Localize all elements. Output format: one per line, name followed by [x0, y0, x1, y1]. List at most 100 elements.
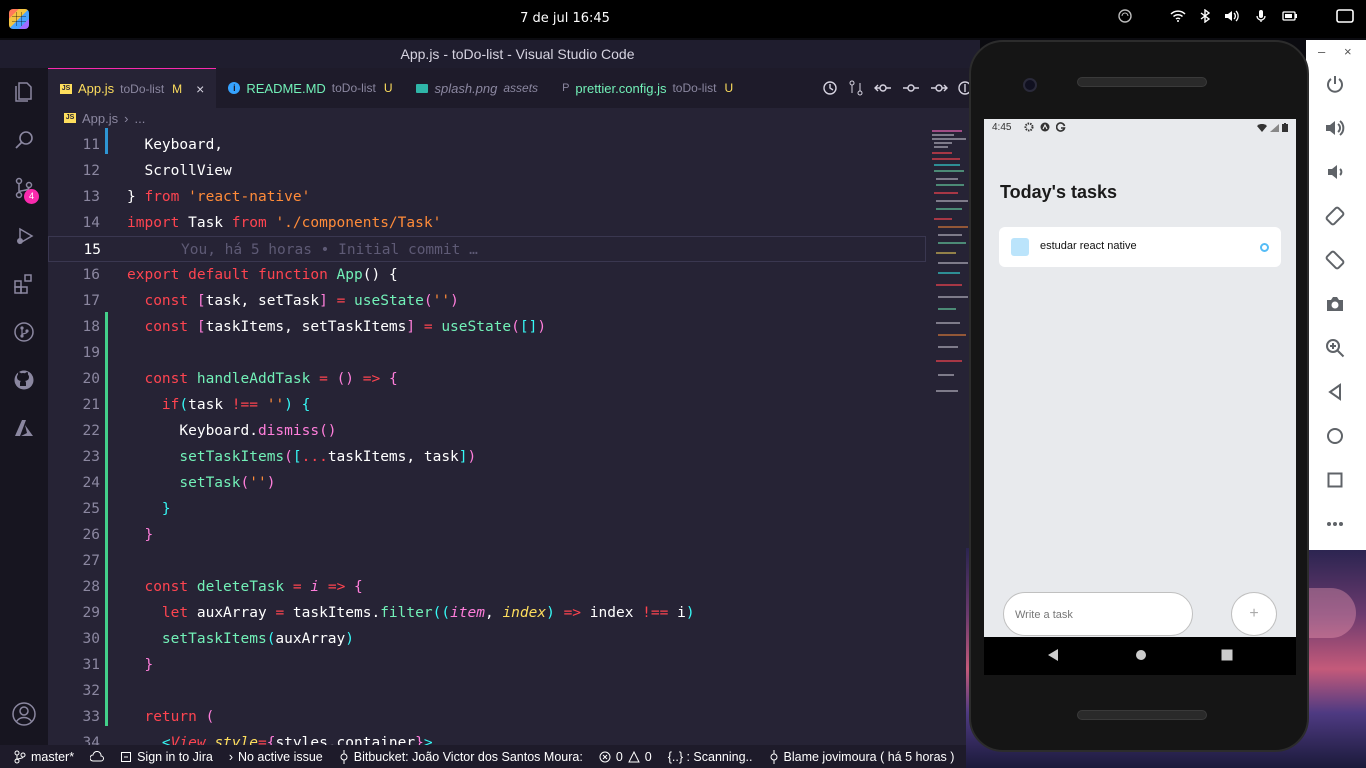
accounts-button[interactable] — [0, 690, 48, 738]
line-number: 26 — [82, 527, 100, 543]
line-number: 14 — [82, 215, 100, 231]
overview-icon — [1327, 472, 1343, 488]
scm-badge: 4 — [24, 189, 39, 204]
tab-prettier-config[interactable]: P prettier.config.js toDo-list U — [550, 68, 745, 108]
line-number: 15 — [83, 242, 101, 258]
azure-icon — [15, 420, 33, 436]
power-button[interactable] — [1323, 72, 1347, 96]
code-line-current: 15 You, há 5 horas • Initial commit … — [48, 236, 926, 262]
add-task-button[interactable]: + — [1231, 592, 1277, 636]
tab-app-js[interactable]: JS App.js toDo-list M × — [48, 68, 217, 108]
code-line: 13 } from 'react-native' — [48, 184, 926, 210]
line-number: 28 — [82, 579, 100, 595]
android-status-bar: 4:45 — [984, 119, 1296, 137]
code-line: 32 — [48, 678, 926, 704]
nav-recents-icon[interactable] — [1220, 648, 1234, 662]
task-item[interactable]: estudar react native — [999, 227, 1281, 267]
volume-up-button[interactable] — [1323, 116, 1347, 140]
home-button[interactable] — [1323, 424, 1347, 448]
overview-button[interactable] — [1323, 468, 1347, 492]
code-editor[interactable]: 11 Keyboard, 12 ScrollView 13 } from 're… — [48, 128, 926, 745]
top-speaker — [1077, 77, 1207, 87]
branch-name: master* — [31, 749, 75, 764]
system-tray[interactable] — [1118, 9, 1354, 23]
code-text: import Task from './components/Task' — [127, 215, 442, 231]
git-graph-button[interactable] — [0, 308, 48, 356]
window-title: App.js - toDo-list - Visual Studio Code — [0, 40, 980, 68]
minimap[interactable] — [926, 128, 970, 408]
line-number: 29 — [82, 605, 100, 621]
status-bar: master* Sign in to Jira › No active issu… — [0, 745, 980, 768]
compare-changes-icon[interactable] — [848, 80, 864, 96]
branch-status[interactable]: master* — [14, 750, 74, 764]
scanning-status[interactable]: {..} : Scanning.. — [668, 750, 753, 764]
code-line: 29 let auxArray = taskItems.filter((item… — [48, 600, 926, 626]
code-text: setTask('') — [179, 475, 276, 491]
blame-annotation: You, há 5 horas • Initial commit … — [181, 242, 478, 258]
code-line: 23 setTaskItems([...taskItems, task]) — [48, 444, 926, 470]
line-number: 21 — [82, 397, 100, 413]
extensions-button[interactable] — [0, 260, 48, 308]
timeline-icon[interactable] — [822, 80, 838, 96]
code-text: } — [161, 501, 171, 517]
previous-commit-icon[interactable] — [874, 80, 892, 96]
problems-status[interactable]: 0 0 — [599, 750, 652, 764]
code-line: 26 } — [48, 522, 926, 548]
line-number: 31 — [82, 657, 100, 673]
blame-status[interactable]: Blame jovimoura ( há 5 horas ) — [769, 749, 954, 764]
active-issue[interactable]: › No active issue — [229, 750, 323, 764]
code-text: } from 'react-native' — [127, 189, 311, 205]
code-line: 30 setTaskItems(auxArray) — [48, 626, 926, 652]
bitbucket-status[interactable]: Bitbucket: João Victor dos Santos Moura: — [339, 749, 583, 764]
cloud-icon — [90, 750, 105, 761]
js-file-icon: JS — [60, 83, 72, 94]
next-commit-icon[interactable] — [930, 80, 948, 96]
minimize-button[interactable]: – — [1318, 44, 1325, 59]
nav-home-icon[interactable] — [1134, 648, 1148, 662]
window-switch-icon — [1336, 9, 1354, 23]
github-button[interactable] — [0, 356, 48, 404]
nav-back-icon[interactable] — [1046, 648, 1060, 662]
signal-icon — [1270, 123, 1279, 132]
more-button[interactable] — [1323, 512, 1347, 536]
back-button[interactable] — [1323, 380, 1347, 404]
explorer-button[interactable] — [0, 68, 48, 116]
close-tab-icon[interactable]: × — [196, 81, 204, 97]
screenshot-button[interactable] — [1323, 292, 1347, 316]
home-icon — [1327, 428, 1343, 444]
line-number: 17 — [82, 293, 100, 309]
bottom-speaker — [1077, 710, 1207, 720]
code-line: 16 export default function App() { — [48, 262, 926, 288]
zoom-button[interactable] — [1323, 336, 1347, 360]
code-line: 17 const [task, setTask] = useState('') — [48, 288, 926, 314]
tab-readme[interactable]: i README.MD toDo-list U — [216, 68, 404, 108]
azure-button[interactable] — [0, 404, 48, 452]
rotate-left-button[interactable] — [1323, 204, 1347, 228]
android-screen[interactable]: 4:45 Today's tasks estudar react native … — [984, 119, 1296, 637]
breadcrumb-file[interactable]: App.js — [82, 111, 118, 126]
breadcrumb-more[interactable]: ... — [134, 111, 145, 126]
run-debug-button[interactable] — [0, 212, 48, 260]
git-commit-icon — [770, 749, 778, 764]
line-number: 18 — [82, 319, 100, 335]
rotate-right-button[interactable] — [1323, 248, 1347, 272]
jira-sign-in[interactable]: Sign in to Jira — [120, 750, 213, 764]
task-input[interactable]: Write a task — [1003, 592, 1193, 636]
search-button[interactable] — [0, 116, 48, 164]
source-control-button[interactable]: 4 — [0, 164, 48, 212]
close-button[interactable]: × — [1344, 44, 1352, 59]
volume-icon — [1225, 10, 1239, 22]
clock[interactable]: 7 de jul 16:45 — [0, 11, 1130, 26]
code-text: if(task !== '') { — [161, 397, 311, 413]
sync-button[interactable] — [90, 750, 105, 763]
volume-down-button[interactable] — [1323, 160, 1347, 184]
commit-icon[interactable] — [902, 80, 920, 96]
tab-splash-png[interactable]: splash.png assets — [404, 68, 550, 108]
line-number: 22 — [82, 423, 100, 439]
code-line: 33 return ( — [48, 704, 926, 730]
image-file-icon — [416, 83, 429, 93]
line-number: 13 — [82, 189, 100, 205]
chevron-right-icon: › — [228, 749, 233, 764]
files-icon — [15, 82, 32, 102]
bluetooth-icon — [1200, 9, 1210, 23]
